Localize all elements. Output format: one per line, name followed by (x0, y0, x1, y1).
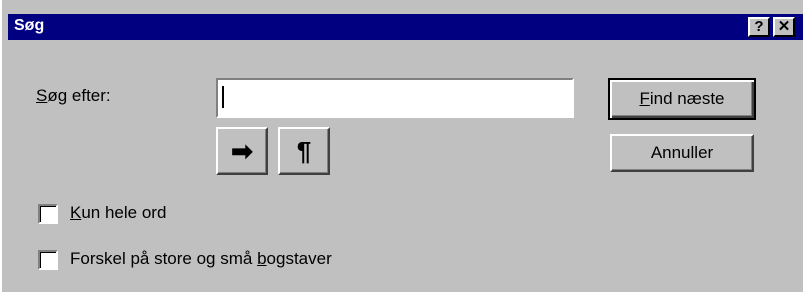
cancel-label: Annuller (650, 143, 714, 162)
title-bar[interactable]: Søg ? ✕ (8, 14, 803, 40)
whole-word-text: un hele ord (81, 203, 167, 222)
find-next-button[interactable]: Find næste (610, 80, 754, 118)
window-title: Søg (14, 17, 45, 34)
search-label-accel: S (36, 86, 48, 105)
question-mark-icon: ? (754, 18, 764, 35)
whole-word-checkbox[interactable] (38, 204, 58, 224)
whole-word-accel: K (70, 203, 82, 222)
search-input[interactable] (216, 78, 574, 118)
match-case-checkbox[interactable] (38, 250, 58, 270)
arrow-right-icon: ➡ (231, 135, 253, 166)
tab-character-button[interactable]: ➡ (216, 127, 268, 175)
search-dialog: Søg ? ✕ Søg efter: Find næste Annuller ➡… (0, 0, 803, 292)
close-button[interactable]: ✕ (773, 17, 795, 37)
match-case-text-start: Forskel på store og små (70, 249, 258, 268)
text-caret (222, 86, 224, 108)
find-next-label: ind næste (649, 89, 725, 108)
search-label: Søg efter: (36, 86, 111, 106)
paragraph-mark-button[interactable]: ¶ (278, 127, 330, 175)
close-icon: ✕ (777, 18, 791, 35)
find-next-accel: F (639, 89, 650, 108)
whole-word-label[interactable]: Kun hele ord (70, 203, 166, 223)
cancel-button[interactable]: Annuller (610, 134, 754, 172)
help-button[interactable]: ? (748, 17, 770, 37)
match-case-text-end: ogstaver (266, 249, 332, 268)
match-case-accel: b (257, 249, 267, 268)
pilcrow-icon: ¶ (296, 135, 312, 166)
search-label-text: øg efter: (47, 86, 111, 105)
match-case-label[interactable]: Forskel på store og små bogstaver (70, 249, 332, 269)
